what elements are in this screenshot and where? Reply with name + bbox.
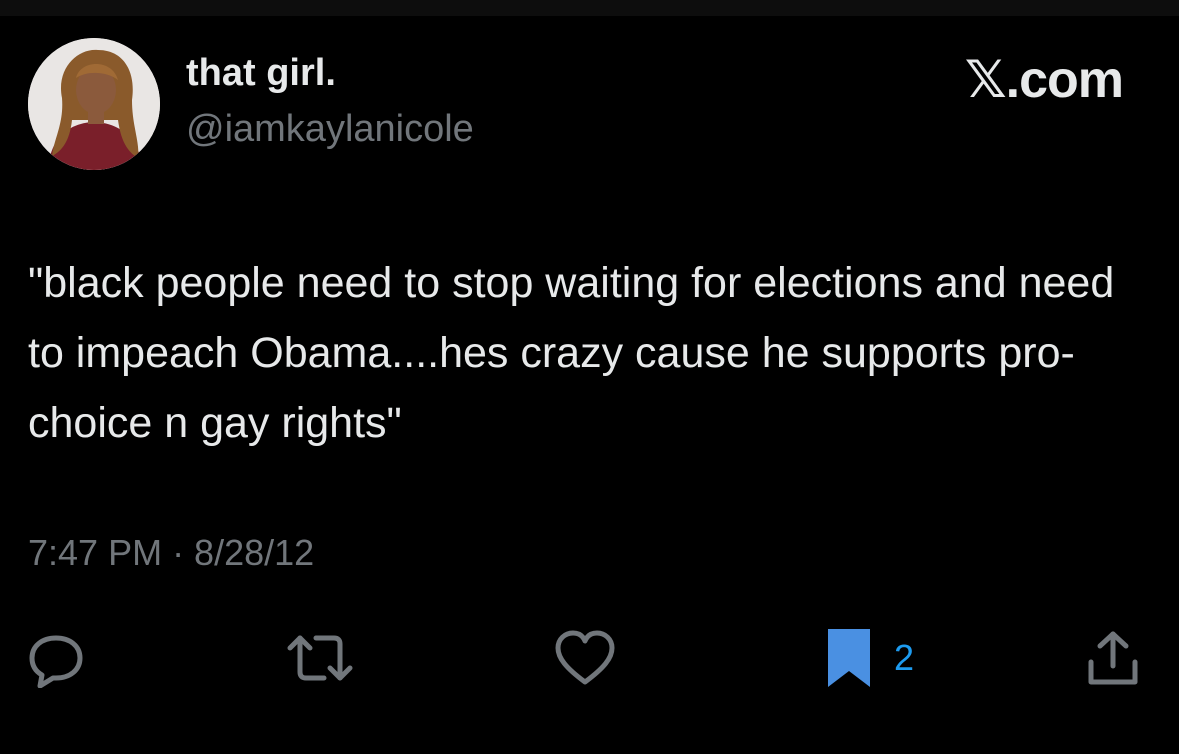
bookmark-button[interactable]: 2 bbox=[826, 626, 914, 690]
bookmark-icon bbox=[828, 629, 870, 687]
display-name[interactable]: that girl. bbox=[186, 52, 336, 95]
user-handle[interactable]: @iamkaylanicole bbox=[186, 108, 474, 151]
retweet-button[interactable] bbox=[286, 626, 354, 690]
x-brand-logo: 𝕏.com bbox=[964, 51, 1124, 109]
top-strip bbox=[0, 0, 1179, 16]
bookmark-count: 2 bbox=[894, 637, 915, 678]
share-button[interactable] bbox=[1086, 626, 1140, 690]
reply-icon bbox=[29, 635, 83, 688]
tweet-text: "black people need to stop waiting for e… bbox=[28, 259, 1115, 447]
reply-button[interactable] bbox=[26, 626, 86, 690]
avatar[interactable] bbox=[28, 38, 160, 170]
tweet-action-bar: 2 bbox=[0, 626, 1179, 690]
like-button[interactable] bbox=[554, 626, 616, 690]
retweet-icon bbox=[287, 635, 353, 681]
profile-photo-icon bbox=[28, 38, 160, 170]
share-icon bbox=[1088, 631, 1138, 685]
heart-icon bbox=[555, 630, 615, 685]
tweet-timestamp[interactable]: 7:47 PM · 8/28/12 bbox=[28, 532, 314, 574]
